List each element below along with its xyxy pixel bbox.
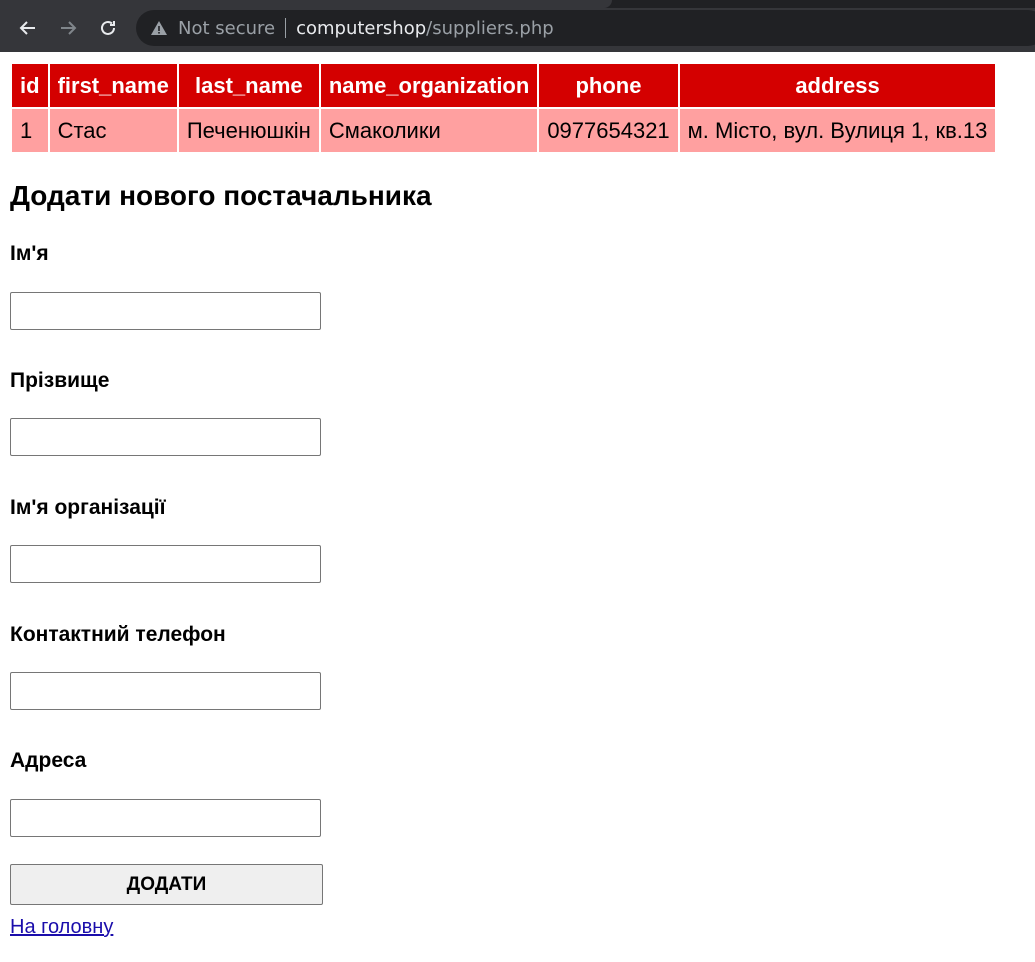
cell-last-name: Печенюшкін	[178, 109, 319, 152]
phone-field[interactable]	[10, 672, 321, 710]
cell-first-name: Стас	[49, 109, 177, 152]
reload-icon	[101, 20, 115, 35]
first-name-label: Ім'я	[10, 242, 49, 265]
organization-name-label: Ім'я організації	[10, 496, 166, 519]
browser-toolbar: Not secure computershop /suppliers.php	[0, 0, 1035, 52]
url-host: computershop	[296, 17, 427, 39]
arrow-right-icon	[61, 21, 77, 35]
cell-name-organization: Смаколики	[320, 109, 538, 152]
reload-button[interactable]	[92, 12, 124, 44]
home-link[interactable]: На головну	[10, 916, 113, 939]
column-header-phone: phone	[539, 64, 678, 107]
organization-name-field[interactable]	[10, 545, 321, 583]
table-header-row: id first_name last_name name_organizatio…	[12, 64, 996, 107]
column-header-first-name: first_name	[49, 64, 177, 107]
warning-icon[interactable]	[150, 19, 168, 37]
inactive-tab[interactable]	[612, 0, 1035, 8]
cell-phone: 0977654321	[539, 109, 678, 152]
suppliers-table: id first_name last_name name_organizatio…	[10, 62, 997, 154]
back-button[interactable]	[12, 12, 44, 44]
tab-strip	[0, 0, 1035, 8]
column-header-name-organization: name_organization	[320, 64, 538, 107]
last-name-field[interactable]	[10, 418, 321, 456]
first-name-field[interactable]	[10, 292, 321, 330]
column-header-last-name: last_name	[178, 64, 319, 107]
phone-label: Контактний телефон	[10, 623, 226, 646]
cell-id: 1	[12, 109, 48, 152]
last-name-label: Прізвище	[10, 369, 110, 392]
column-header-address: address	[679, 64, 996, 107]
url-separator	[285, 18, 287, 38]
table-row: 1 Стас Печенюшкін Смаколики 0977654321 м…	[12, 109, 996, 152]
forward-button[interactable]	[52, 12, 84, 44]
form-title: Додати нового постачальника	[10, 180, 432, 211]
address-label: Адреса	[10, 749, 87, 772]
column-header-id: id	[12, 64, 48, 107]
add-supplier-button[interactable]: ДОДАТИ	[10, 864, 323, 905]
cell-address: м. Місто, вул. Вулиця 1, кв.13	[679, 109, 996, 152]
arrow-left-icon	[19, 21, 35, 35]
url-path: /suppliers.php	[426, 17, 554, 39]
security-status[interactable]: Not secure	[178, 18, 275, 39]
address-field[interactable]	[10, 799, 321, 837]
active-tab[interactable]	[0, 0, 612, 8]
address-bar[interactable]: Not secure computershop /suppliers.php	[136, 10, 1035, 46]
